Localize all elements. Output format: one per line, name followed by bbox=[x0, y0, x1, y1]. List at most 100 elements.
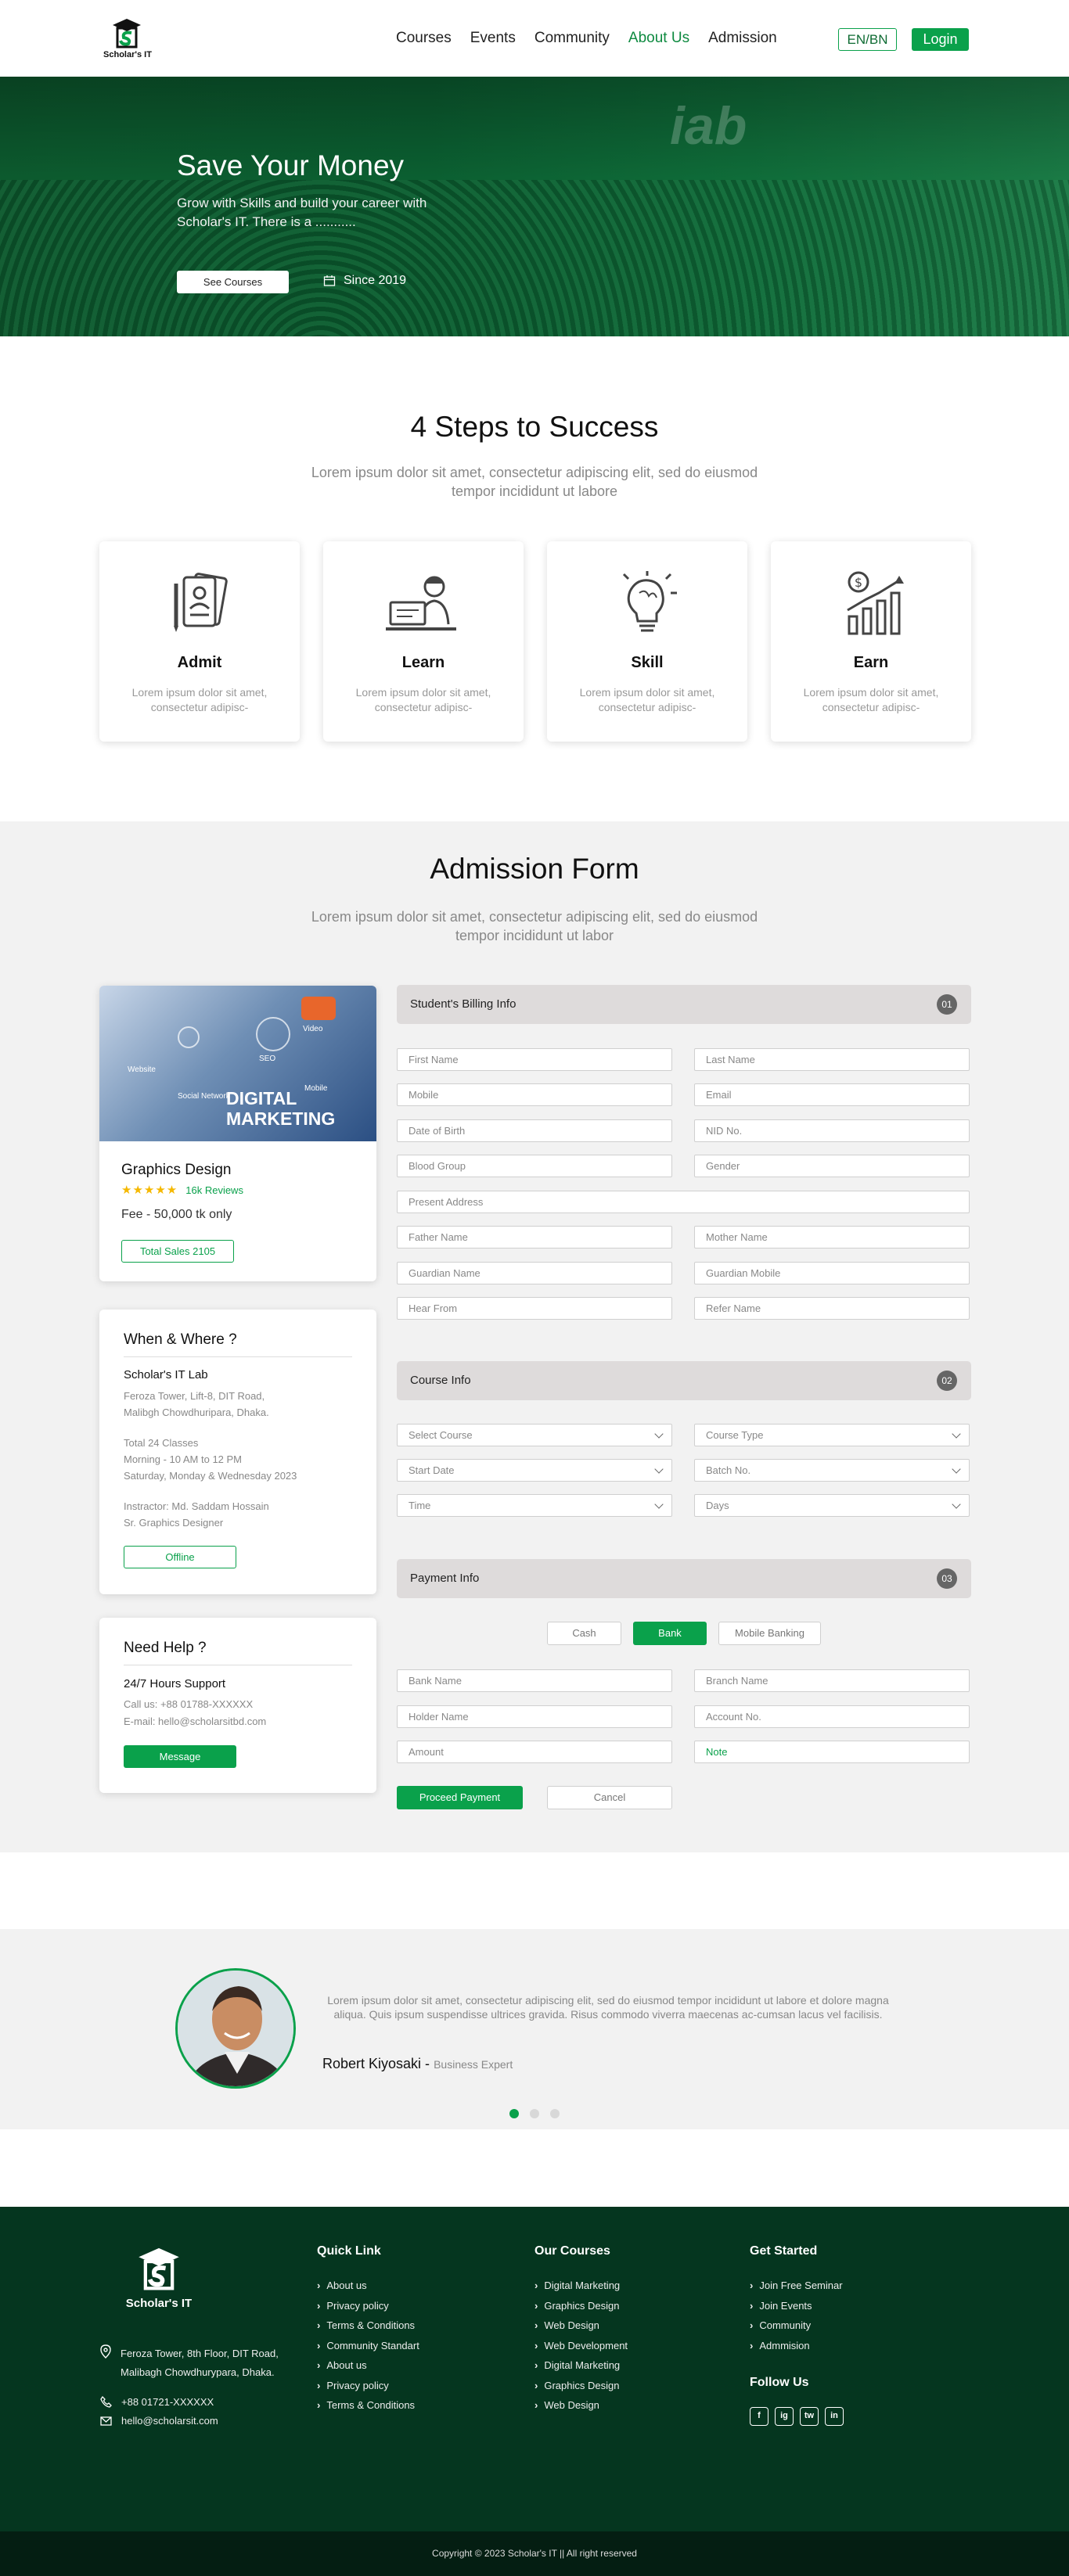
logo-text: Scholar's IT bbox=[103, 50, 152, 59]
step-card-learn[interactable]: Learn Lorem ipsum dolor sit amet, consec… bbox=[323, 541, 524, 742]
proceed-payment-button[interactable]: Proceed Payment bbox=[397, 1786, 523, 1809]
blood-group-field[interactable]: Blood Group bbox=[397, 1155, 672, 1177]
carousel-dot[interactable] bbox=[530, 2109, 539, 2118]
payment-method-mobile-banking[interactable]: Mobile Banking bbox=[718, 1622, 821, 1645]
facebook-icon[interactable]: f bbox=[750, 2407, 768, 2426]
nav-courses[interactable]: Courses bbox=[396, 30, 452, 47]
footer-link[interactable]: Community Standart bbox=[317, 2336, 419, 2356]
select-course-dropdown[interactable]: Select Course bbox=[397, 1424, 672, 1446]
guardian-mobile-field[interactable]: Guardian Mobile bbox=[694, 1262, 970, 1284]
testimonial-author: Robert Kiyosaki - Business Expert bbox=[322, 2056, 513, 2072]
testimonial-avatar bbox=[175, 1968, 296, 2089]
father-name-field[interactable]: Father Name bbox=[397, 1226, 672, 1248]
document-icon bbox=[174, 573, 228, 632]
footer-link[interactable]: Graphics Design bbox=[534, 2296, 628, 2316]
footer-link[interactable]: Join Events bbox=[750, 2296, 843, 2316]
footer-link[interactable]: Terms & Conditions bbox=[317, 2316, 419, 2336]
seo-graphic-icon bbox=[178, 1026, 200, 1048]
time-dropdown[interactable]: Time bbox=[397, 1494, 672, 1517]
star-rating-icon: ★★★★★ bbox=[121, 1184, 178, 1197]
nav-about-us[interactable]: About Us bbox=[628, 30, 689, 47]
logo[interactable]: Scholar's IT bbox=[100, 17, 155, 64]
image-label-video: Video bbox=[303, 1025, 323, 1033]
instructor-info: Instractor: Md. Saddam Hossain Sr. Graph… bbox=[124, 1498, 269, 1531]
step-card-earn[interactable]: $ Earn Lorem ipsum dolor sit amet, conse… bbox=[771, 541, 971, 742]
first-name-field[interactable]: First Name bbox=[397, 1048, 672, 1071]
footer-logo[interactable]: Scholar's IT bbox=[121, 2246, 196, 2310]
footer-link[interactable]: Privacy policy bbox=[317, 2296, 419, 2316]
footer-link[interactable]: About us bbox=[317, 2276, 419, 2296]
when-where-title: When & Where ? bbox=[124, 1331, 237, 1348]
payment-method-cash[interactable]: Cash bbox=[547, 1622, 621, 1645]
days-dropdown[interactable]: Days bbox=[694, 1494, 970, 1517]
testimonial-quote: Lorem ipsum dolor sit amet, consectetur … bbox=[327, 1994, 889, 2021]
step-card-skill[interactable]: Skill Lorem ipsum dolor sit amet, consec… bbox=[547, 541, 747, 742]
footer-link[interactable]: Graphics Design bbox=[534, 2376, 628, 2396]
instagram-icon[interactable]: ig bbox=[775, 2407, 794, 2426]
footer-link[interactable]: About us bbox=[317, 2355, 419, 2376]
footer-link[interactable]: Join Free Seminar bbox=[750, 2276, 842, 2296]
email-field[interactable]: Email bbox=[694, 1083, 970, 1106]
footer-link[interactable]: Terms & Conditions bbox=[317, 2395, 419, 2416]
address-line-2: Malibgh Chowdhuripara, Dhaka. bbox=[124, 1407, 269, 1418]
step-card-admit[interactable]: Admit Lorem ipsum dolor sit amet, consec… bbox=[99, 541, 300, 742]
carousel-dot[interactable] bbox=[550, 2109, 560, 2118]
present-address-field[interactable]: Present Address bbox=[397, 1191, 970, 1213]
cancel-button[interactable]: Cancel bbox=[547, 1786, 672, 1809]
refer-name-field[interactable]: Refer Name bbox=[694, 1297, 970, 1320]
gender-field[interactable]: Gender bbox=[694, 1155, 970, 1177]
mail-icon bbox=[100, 2416, 112, 2426]
quick-links: About us Privacy policy Terms & Conditio… bbox=[317, 2276, 419, 2416]
see-courses-button[interactable]: See Courses bbox=[177, 271, 289, 293]
footer-address: Feroza Tower, 8th Floor, DIT Road, Malib… bbox=[100, 2344, 279, 2382]
nav-events[interactable]: Events bbox=[470, 30, 516, 47]
linkedin-icon[interactable]: in bbox=[825, 2407, 844, 2426]
footer-phone[interactable]: +88 01721-XXXXXX bbox=[100, 2396, 214, 2408]
footer-email[interactable]: hello@scholarsit.com bbox=[100, 2415, 218, 2427]
footer-link[interactable]: Community bbox=[750, 2316, 843, 2336]
nav-admission[interactable]: Admission bbox=[708, 30, 777, 47]
image-label-social: Social Network bbox=[178, 1092, 230, 1101]
footer-link[interactable]: Web Design bbox=[534, 2395, 628, 2416]
phone-icon bbox=[100, 2396, 112, 2408]
course-type-dropdown[interactable]: Course Type bbox=[694, 1424, 970, 1446]
admission-title: Admission Form bbox=[430, 853, 639, 885]
step-title: Earn bbox=[853, 654, 889, 671]
course-card[interactable]: Video Website SEO Mobile Social Network … bbox=[99, 986, 376, 1281]
nav-community[interactable]: Community bbox=[534, 30, 610, 47]
batch-no-dropdown[interactable]: Batch No. bbox=[694, 1459, 970, 1482]
svg-text:$: $ bbox=[855, 575, 862, 590]
guardian-name-field[interactable]: Guardian Name bbox=[397, 1262, 672, 1284]
mother-name-field[interactable]: Mother Name bbox=[694, 1226, 970, 1248]
holder-name-field[interactable]: Holder Name bbox=[397, 1705, 672, 1728]
start-date-value: Start Date bbox=[409, 1464, 455, 1476]
carousel-dots bbox=[509, 2109, 560, 2118]
login-button[interactable]: Login bbox=[912, 28, 969, 51]
note-field[interactable]: Note bbox=[694, 1741, 970, 1763]
twitter-icon[interactable]: tw bbox=[800, 2407, 819, 2426]
footer-link[interactable]: Digital Marketing bbox=[534, 2355, 628, 2376]
footer-link[interactable]: Web Design bbox=[534, 2316, 628, 2336]
nid-field[interactable]: NID No. bbox=[694, 1119, 970, 1142]
message-button[interactable]: Message bbox=[124, 1745, 236, 1768]
language-toggle-button[interactable]: EN/BN bbox=[838, 28, 897, 51]
instructor-name: Instractor: Md. Saddam Hossain bbox=[124, 1500, 269, 1512]
hero-crowd-image bbox=[0, 180, 1069, 336]
footer-link[interactable]: Privacy policy bbox=[317, 2376, 419, 2396]
hero-subtitle: Grow with Skills and build your career w… bbox=[177, 196, 427, 229]
carousel-dot[interactable] bbox=[509, 2109, 519, 2118]
payment-method-bank[interactable]: Bank bbox=[633, 1622, 707, 1645]
mobile-field[interactable]: Mobile bbox=[397, 1083, 672, 1106]
bank-name-field[interactable]: Bank Name bbox=[397, 1669, 672, 1692]
account-no-field[interactable]: Account No. bbox=[694, 1705, 970, 1728]
start-date-dropdown[interactable]: Start Date bbox=[397, 1459, 672, 1482]
hear-from-field[interactable]: Hear From bbox=[397, 1297, 672, 1320]
last-name-field[interactable]: Last Name bbox=[694, 1048, 970, 1071]
footer-link[interactable]: Admmision bbox=[750, 2336, 843, 2356]
footer-link[interactable]: Web Development bbox=[534, 2336, 628, 2356]
footer-link[interactable]: Digital Marketing bbox=[534, 2276, 628, 2296]
amount-field[interactable]: Amount bbox=[397, 1741, 672, 1763]
phone-number: +88 01721-XXXXXX bbox=[121, 2396, 214, 2408]
date-of-birth-field[interactable]: Date of Birth bbox=[397, 1119, 672, 1142]
branch-name-field[interactable]: Branch Name bbox=[694, 1669, 970, 1692]
